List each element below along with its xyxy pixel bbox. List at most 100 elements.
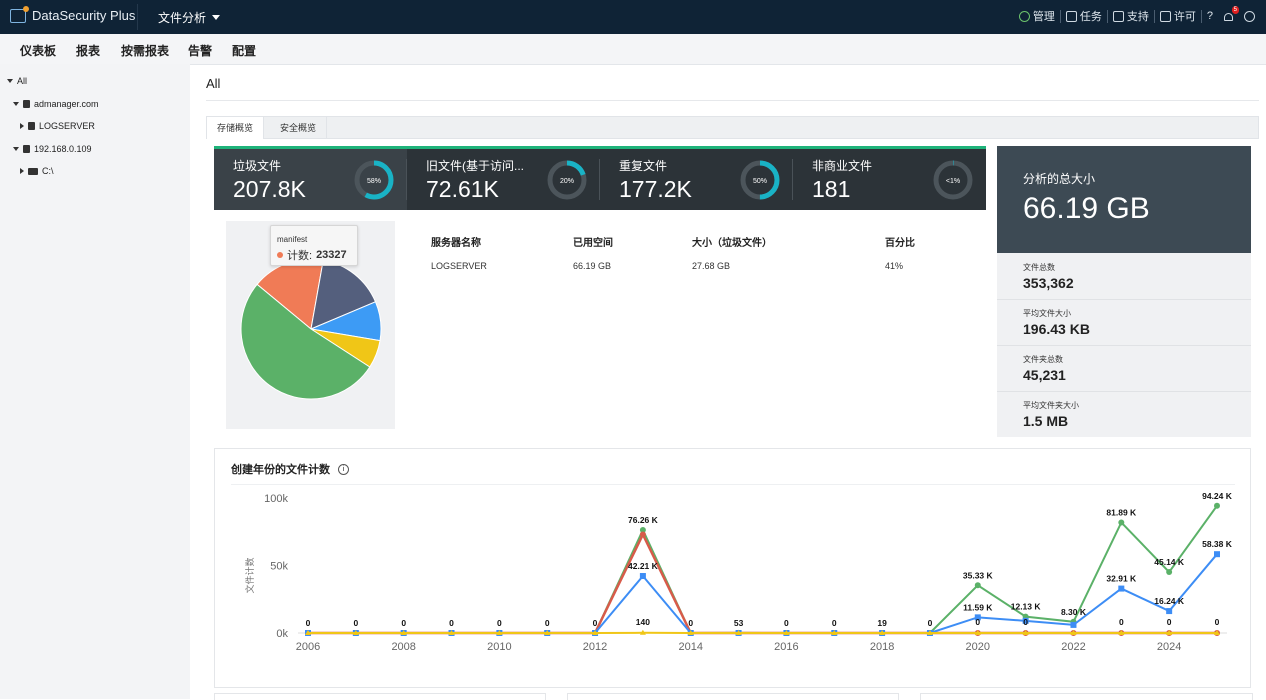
notifications-button[interactable]: 5 — [1218, 11, 1239, 22]
chevron-down-icon — [212, 15, 220, 20]
data-label: 0 — [1119, 617, 1124, 627]
kpi-card-old[interactable]: 旧文件(基于访问... 72.61K 20% — [407, 149, 600, 210]
app-brand[interactable]: DataSecurity Plus — [10, 8, 135, 23]
year-line-chart[interactable]: 0k50k100k文件计数200620082010201220142016201… — [214, 488, 1251, 688]
license-button[interactable]: 许可 — [1155, 8, 1201, 24]
tasks-button[interactable]: 任务 — [1061, 8, 1107, 24]
tab-security-overview[interactable]: 安全概览 — [270, 117, 327, 139]
data-point[interactable] — [975, 582, 981, 588]
data-point[interactable] — [1214, 503, 1220, 509]
data-label: 8.30 K — [1061, 607, 1087, 617]
pie-tooltip: manifest 计数:23327 — [270, 225, 358, 266]
bell-icon: 5 — [1223, 11, 1234, 22]
user-button[interactable] — [1239, 11, 1260, 22]
column-header[interactable]: 百分比 — [885, 234, 915, 249]
license-icon — [1160, 11, 1171, 22]
data-point[interactable] — [640, 531, 646, 537]
tree-node-ip[interactable]: 192.168.0.109 — [13, 144, 92, 154]
data-point[interactable] — [1118, 519, 1124, 525]
kpi-percent: <1% — [946, 178, 960, 185]
table-cell[interactable]: LOGSERVER — [431, 261, 487, 271]
data-point[interactable] — [1070, 622, 1076, 628]
x-tick-label: 2016 — [774, 641, 798, 653]
data-label: 11.59 K — [963, 602, 993, 612]
x-tick-label: 2014 — [678, 641, 702, 653]
menu-on-demand-reports[interactable]: 按需报表 — [121, 42, 169, 59]
x-tick-label: 2024 — [1157, 641, 1181, 653]
user-icon — [1244, 11, 1255, 22]
data-label: 0 — [688, 618, 693, 628]
menu-reports[interactable]: 报表 — [76, 42, 100, 59]
column-header[interactable]: 大小（垃圾文件） — [692, 234, 772, 249]
stat-label: 平均文件夹大小 — [1023, 400, 1079, 411]
kpi-donut: 58% — [353, 159, 395, 201]
kpi-donut: 20% — [546, 159, 588, 201]
expand-icon — [13, 147, 19, 151]
tree-node-server[interactable]: LOGSERVER — [20, 121, 95, 131]
x-tick-label: 2006 — [296, 641, 320, 653]
y-tick-label: 0k — [276, 628, 288, 640]
manage-label: 管理 — [1033, 8, 1055, 24]
data-label: 58.38 K — [1202, 539, 1233, 549]
tree-label: C:\ — [42, 166, 54, 176]
column-header[interactable]: 服务器名称 — [431, 234, 481, 249]
kpi-card-junk[interactable]: 垃圾文件 207.8K 58% — [214, 149, 407, 210]
tooltip-title: manifest — [277, 235, 307, 244]
data-point[interactable] — [640, 573, 646, 579]
data-label: 0 — [449, 618, 454, 628]
data-label: 76.26 K — [628, 515, 659, 525]
stat-label: 文件总数 — [1023, 262, 1055, 273]
tree-node-all[interactable]: All — [7, 76, 27, 86]
support-button[interactable]: 支持 — [1108, 8, 1154, 24]
data-label: 0 — [1167, 617, 1172, 627]
data-point[interactable] — [1118, 586, 1124, 592]
data-label: 0 — [306, 618, 311, 628]
data-point[interactable] — [1166, 608, 1172, 614]
data-label: 0 — [832, 618, 837, 628]
tree-node-drive[interactable]: C:\ — [20, 166, 54, 176]
tab-storage-overview[interactable]: 存储概览 — [207, 117, 264, 139]
kpi-card-non-business[interactable]: 非商业文件 181 <1% — [793, 149, 986, 210]
server-icon — [28, 122, 35, 130]
column-header[interactable]: 已用空间 — [573, 234, 613, 249]
kpi-cards: 垃圾文件 207.8K 58% 旧文件(基于访问... 72.61K 20% 重… — [214, 146, 986, 210]
stat-value: 353,362 — [1023, 275, 1074, 291]
page-title: All — [206, 76, 220, 91]
y-axis-label: 文件计数 — [244, 557, 255, 593]
legend-dot-icon — [277, 252, 283, 258]
data-label: 0 — [497, 618, 502, 628]
folder-icon — [28, 168, 38, 175]
data-label: 19 — [877, 618, 887, 628]
support-label: 支持 — [1127, 8, 1149, 24]
tree-node-domain[interactable]: admanager.com — [13, 99, 99, 109]
data-label: 0 — [975, 617, 980, 627]
help-button[interactable]: ? — [1202, 10, 1218, 22]
menu-alerts[interactable]: 告警 — [188, 42, 212, 59]
data-label: 12.13 K — [1011, 602, 1042, 612]
summary-label: 分析的总大小 — [1023, 170, 1095, 187]
help-icon: ? — [1207, 10, 1213, 22]
manage-icon — [1019, 11, 1030, 22]
menu-config[interactable]: 配置 — [232, 42, 256, 59]
top-right-actions: 管理 任务 支持 许可 ? 5 — [1014, 8, 1260, 24]
stat-avg-folder-size: 平均文件夹大小1.5 MB — [997, 391, 1251, 437]
collapse-icon — [20, 123, 24, 129]
kpi-percent: 58% — [367, 178, 381, 185]
manage-button[interactable]: 管理 — [1014, 8, 1060, 24]
kpi-value: 207.8K — [233, 176, 306, 203]
expand-icon — [13, 102, 19, 106]
data-point[interactable] — [1166, 569, 1172, 575]
kpi-card-duplicate[interactable]: 重复文件 177.2K 50% — [600, 149, 793, 210]
x-tick-label: 2010 — [487, 641, 511, 653]
stat-value: 45,231 — [1023, 367, 1066, 383]
module-selector[interactable]: 文件分析 — [158, 9, 220, 26]
top-bar: DataSecurity Plus 文件分析 管理 任务 支持 许可 ? 5 — [0, 0, 1266, 34]
info-icon[interactable]: i — [338, 464, 349, 475]
divider — [206, 100, 1259, 101]
menu-dashboard[interactable]: 仪表板 — [20, 42, 56, 66]
notification-count: 5 — [1232, 6, 1239, 14]
collapse-icon — [20, 168, 24, 174]
data-point[interactable] — [1214, 551, 1220, 557]
stat-total-files: 文件总数 353,362 — [997, 253, 1251, 300]
table-cell: 66.19 GB — [573, 261, 611, 271]
